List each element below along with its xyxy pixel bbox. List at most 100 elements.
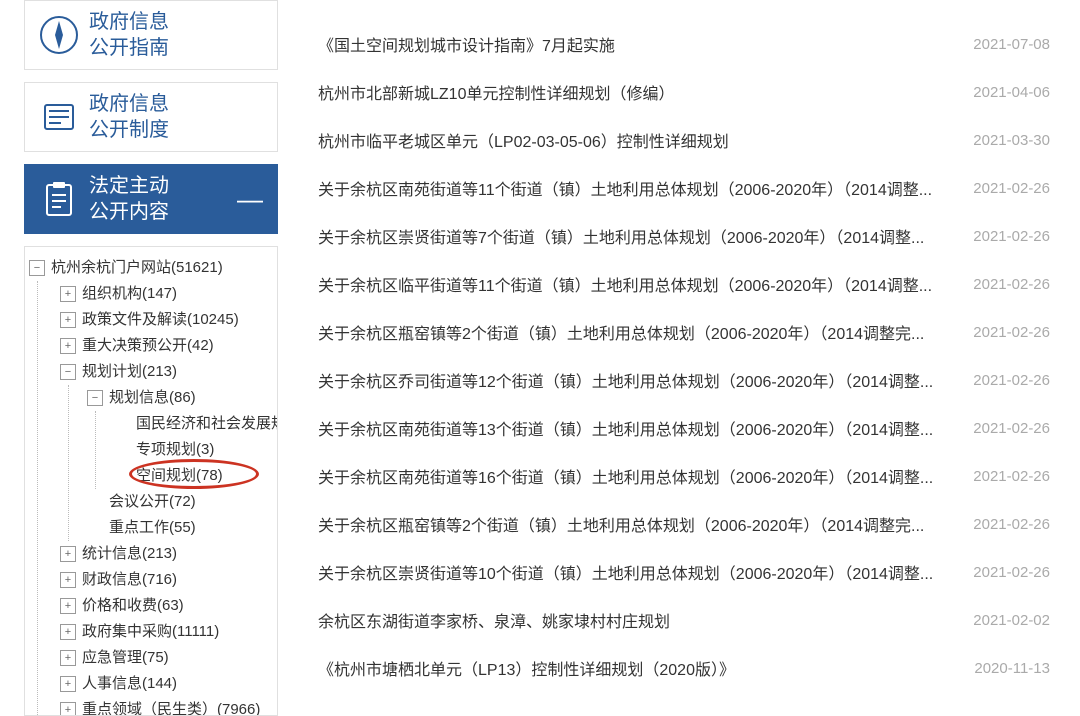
tree-label[interactable]: 应急管理(75) [82, 646, 169, 670]
article-link[interactable]: 关于余杭区崇贤街道等10个街道（镇）土地利用总体规划（2006-2020年）（2… [318, 560, 933, 584]
article-date: 2021-03-30 [973, 132, 1050, 149]
tree-branch[interactable]: + 组织机构(147) [60, 281, 273, 307]
article-link[interactable]: 杭州市临平老城区单元（LP02-03-05-06）控制性详细规划 [318, 128, 729, 152]
article-date: 2021-02-26 [973, 516, 1050, 533]
tree-branch[interactable]: + 重点领域（民生类）(7966) [60, 697, 273, 716]
article-link[interactable]: 关于余杭区瓶窑镇等2个街道（镇）土地利用总体规划（2006-2020年）（201… [318, 320, 924, 344]
card-line2: 公开内容 [89, 199, 169, 225]
expand-icon[interactable]: + [60, 676, 76, 692]
expand-icon[interactable]: + [60, 598, 76, 614]
tree-leaf[interactable]: 会议公开(72) [87, 489, 273, 515]
expand-icon[interactable]: + [60, 286, 76, 302]
article-date: 2021-02-26 [973, 228, 1050, 245]
tree-label[interactable]: 组织机构(147) [82, 282, 177, 306]
tree-label[interactable]: 重大决策预公开(42) [82, 334, 214, 358]
article-link[interactable]: 关于余杭区南苑街道等16个街道（镇）土地利用总体规划（2006-2020年）（2… [318, 464, 933, 488]
article-list: 《国土空间规划城市设计指南》7月起实施 2021-07-08 杭州市北部新城LZ10… [288, 0, 1080, 698]
article-date: 2021-04-06 [973, 84, 1050, 101]
expand-icon[interactable]: + [60, 312, 76, 328]
tree-branch[interactable]: + 财政信息(716) [60, 567, 273, 593]
card-system[interactable]: 政府信息 公开制度 [24, 82, 278, 152]
article-link[interactable]: 关于余杭区南苑街道等11个街道（镇）土地利用总体规划（2006-2020年）（2… [318, 176, 932, 200]
tree-label-highlighted[interactable]: 空间规划(78) [136, 464, 223, 488]
tree-branch[interactable]: + 人事信息(144) [60, 671, 273, 697]
tree-leaf[interactable]: 重点工作(55) [87, 515, 273, 541]
card-line1: 政府信息 [89, 91, 169, 117]
article-date: 2021-07-08 [973, 36, 1050, 53]
tree-branch[interactable]: −规划信息(86) [87, 385, 273, 411]
tree-label[interactable]: 人事信息(144) [82, 672, 177, 696]
tree-branch[interactable]: −规划计划(213) [60, 359, 273, 385]
list-item: 余杭区东湖街道李家桥、泉漳、姚家埭村村庄规划 2021-02-02 [318, 596, 1050, 644]
tree-branch[interactable]: + 政府集中采购(11111) [60, 619, 273, 645]
tree-panel[interactable]: −杭州余杭门户网站(51621)+组织机构(147)+政策文件及解读(10245… [24, 246, 278, 716]
article-link[interactable]: 《国土空间规划城市设计指南》7月起实施 [318, 32, 615, 56]
article-link[interactable]: 余杭区东湖街道李家桥、泉漳、姚家埭村村庄规划 [318, 608, 670, 632]
tree-label[interactable]: 财政信息(716) [82, 568, 177, 592]
card-line1: 政府信息 [89, 9, 169, 35]
tree-leaf[interactable]: 专项规划(3) [114, 437, 273, 463]
card-statutory[interactable]: 法定主动 公开内容 — [24, 164, 278, 234]
card-line2: 公开制度 [89, 117, 169, 143]
card-guide[interactable]: 政府信息 公开指南 [24, 0, 278, 70]
card-line2: 公开指南 [89, 35, 169, 61]
minus-icon: — [237, 184, 263, 215]
tree-label[interactable]: 规划信息(86) [109, 386, 196, 410]
article-date: 2020-11-13 [974, 660, 1050, 677]
tree-label[interactable]: 国民经济和社会发展规 [136, 412, 278, 436]
article-date: 2021-02-26 [973, 180, 1050, 197]
tree-label[interactable]: 统计信息(213) [82, 542, 177, 566]
tree-label[interactable]: 杭州余杭门户网站(51621) [51, 256, 223, 280]
sidebar: 政府信息 公开指南 政府信息 公开制度 法定主动 公开内容 — [0, 0, 288, 698]
list-item: 关于余杭区南苑街道等13个街道（镇）土地利用总体规划（2006-2020年）（2… [318, 404, 1050, 452]
article-link[interactable]: 关于余杭区南苑街道等13个街道（镇）土地利用总体规划（2006-2020年）（2… [318, 416, 933, 440]
tree-leaf[interactable]: 空间规划(78) [114, 463, 273, 489]
article-date: 2021-02-26 [973, 468, 1050, 485]
tree-branch[interactable]: −杭州余杭门户网站(51621) [29, 255, 273, 281]
expand-icon[interactable]: + [60, 650, 76, 666]
list-item: 关于余杭区瓶窑镇等2个街道（镇）土地利用总体规划（2006-2020年）（201… [318, 500, 1050, 548]
list-item: 关于余杭区临平街道等11个街道（镇）土地利用总体规划（2006-2020年）（2… [318, 260, 1050, 308]
list-item: 关于余杭区乔司街道等12个街道（镇）土地利用总体规划（2006-2020年）（2… [318, 356, 1050, 404]
expand-icon[interactable]: + [60, 572, 76, 588]
expand-icon[interactable]: + [60, 702, 76, 716]
expand-icon[interactable]: − [60, 364, 76, 380]
tree-label[interactable]: 会议公开(72) [109, 490, 196, 514]
article-link[interactable]: 杭州市北部新城LZ10单元控制性详细规划（修编） [318, 80, 674, 104]
tree-label[interactable]: 专项规划(3) [136, 438, 214, 462]
nav-tree: −杭州余杭门户网站(51621)+组织机构(147)+政策文件及解读(10245… [29, 255, 273, 716]
tree-branch[interactable]: + 应急管理(75) [60, 645, 273, 671]
article-date: 2021-02-26 [973, 276, 1050, 293]
tree-branch[interactable]: + 统计信息(213) [60, 541, 273, 567]
expand-icon[interactable]: + [60, 624, 76, 640]
tree-branch[interactable]: + 价格和收费(63) [60, 593, 273, 619]
list-item: 关于余杭区南苑街道等11个街道（镇）土地利用总体规划（2006-2020年）（2… [318, 164, 1050, 212]
expand-icon[interactable]: − [29, 260, 45, 276]
list-item: 关于余杭区南苑街道等16个街道（镇）土地利用总体规划（2006-2020年）（2… [318, 452, 1050, 500]
tree-label[interactable]: 规划计划(213) [82, 360, 177, 384]
article-link[interactable]: 关于余杭区崇贤街道等7个街道（镇）土地利用总体规划（2006-2020年）（20… [318, 224, 924, 248]
article-date: 2021-02-26 [973, 420, 1050, 437]
list-item: 关于余杭区瓶窑镇等2个街道（镇）土地利用总体规划（2006-2020年）（201… [318, 308, 1050, 356]
tree-branch[interactable]: + 政策文件及解读(10245) [60, 307, 273, 333]
article-link[interactable]: 关于余杭区乔司街道等12个街道（镇）土地利用总体规划（2006-2020年）（2… [318, 368, 933, 392]
expand-icon[interactable]: + [60, 338, 76, 354]
tree-label[interactable]: 重点领域（民生类）(7966) [82, 698, 260, 716]
tree-label[interactable]: 重点工作(55) [109, 516, 196, 540]
tree-label[interactable]: 价格和收费(63) [82, 594, 184, 618]
tree-label[interactable]: 政策文件及解读(10245) [82, 308, 239, 332]
expand-icon[interactable]: − [87, 390, 103, 406]
article-link[interactable]: 关于余杭区临平街道等11个街道（镇）土地利用总体规划（2006-2020年）（2… [318, 272, 932, 296]
expand-icon[interactable]: + [60, 546, 76, 562]
article-link[interactable]: 《杭州市塘栖北单元（LP13）控制性详细规划（2020版）》 [318, 656, 735, 680]
list-item: 关于余杭区余杭街道等5个街道土地利用总体 规划（2006-2020年）（2014… [318, 692, 1050, 698]
article-link[interactable]: 关于余杭区瓶窑镇等2个街道（镇）土地利用总体规划（2006-2020年）（201… [318, 512, 924, 536]
clipboard-icon [39, 179, 79, 219]
article-date: 2021-02-26 [973, 324, 1050, 341]
tree-leaf[interactable]: 国民经济和社会发展规 [114, 411, 273, 437]
article-date: 2021-02-26 [973, 564, 1050, 581]
article-date: 2021-02-02 [973, 612, 1050, 629]
tree-branch[interactable]: + 重大决策预公开(42) [60, 333, 273, 359]
list-item: 《国土空间规划城市设计指南》7月起实施 2021-07-08 [318, 20, 1050, 68]
tree-label[interactable]: 政府集中采购(11111) [82, 620, 219, 644]
